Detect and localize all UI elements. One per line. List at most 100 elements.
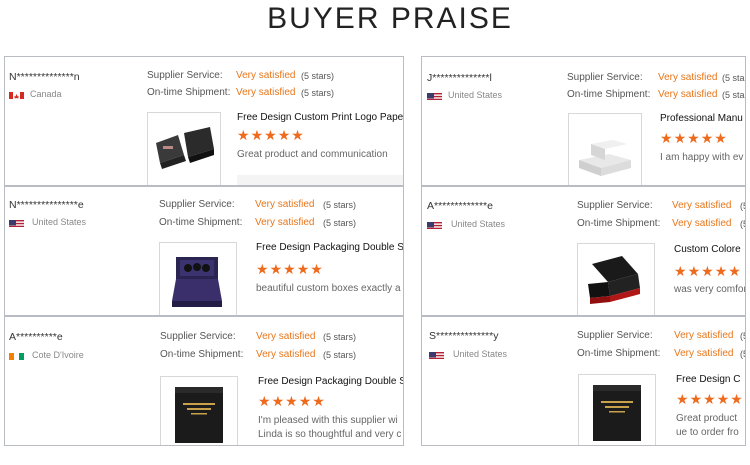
star-icon: ★ [674, 263, 687, 279]
star-icon: ★ [676, 391, 689, 407]
supplier-service-label: Supplier Service: [147, 70, 223, 81]
product-title[interactable]: Free Design Custom Print Logo Paper S [237, 112, 403, 123]
shipment-value: Very satisfied [236, 87, 296, 98]
supplier-service-value: Very satisfied [672, 200, 732, 211]
reviewer-country: United States [32, 217, 87, 227]
star-icon: ★ [312, 393, 325, 409]
rating-stars: ★ ★ ★ ★ ★ [258, 394, 325, 408]
rating-stars: ★ ★ ★ ★ ★ [237, 128, 304, 142]
star-icon: ★ [689, 391, 703, 407]
supplier-service-label: Supplier Service: [567, 72, 643, 83]
canada-flag [9, 89, 24, 99]
us-flag [427, 219, 442, 229]
shipment-value: Very satisfied [256, 349, 316, 360]
product-title[interactable]: Free Design Packaging Double S [258, 376, 403, 387]
shipment-stars-note: (5 stars) [740, 349, 745, 359]
shipment-value: Very satisfied [672, 218, 732, 229]
star-icon: ★ [283, 261, 296, 277]
product-thumbnail[interactable] [577, 243, 655, 315]
star-icon: ★ [310, 261, 323, 277]
reviewer-name: A**********e [9, 331, 63, 343]
shipment-label: On-time Shipment: [147, 87, 231, 98]
us-flag [427, 90, 442, 100]
supplier-stars-note: (5 stars) [323, 332, 357, 342]
product-title[interactable]: Professional Manu [660, 113, 743, 124]
rating-stars: ★ ★ ★ ★ ★ [660, 131, 727, 145]
rating-stars: ★ ★ ★ ★ ★ [256, 262, 323, 276]
star-icon: ★ [714, 130, 727, 146]
shipment-value: Very satisfied [674, 348, 734, 359]
reviewer-country: United States [448, 90, 503, 100]
supplier-stars-note: (5 stars) [323, 200, 357, 210]
comment-divider [237, 175, 403, 185]
star-icon: ★ [673, 130, 687, 146]
product-thumbnail[interactable] [147, 112, 221, 185]
review-comment: Great product [676, 413, 738, 424]
shipment-label: On-time Shipment: [567, 89, 651, 100]
product-thumbnail[interactable] [568, 113, 642, 185]
product-thumbnail[interactable] [578, 374, 656, 445]
supplier-service-value: Very satisfied [256, 331, 316, 342]
product-thumbnail[interactable] [160, 376, 238, 445]
review-comment: I am happy with ev [660, 152, 744, 163]
supplier-service-value: Very satisfied [658, 72, 718, 83]
page-title: BUYER PRAISE [267, 2, 513, 35]
shipment-value: Very satisfied [658, 89, 718, 100]
review-card: N**************n Canada Supplier Service… [4, 56, 404, 186]
star-icon: ★ [269, 261, 283, 277]
supplier-service-label: Supplier Service: [160, 331, 236, 342]
review-card: A**********e Cote D'Ivoire Supplier Serv… [4, 316, 404, 446]
reviewer-name: A*************e [427, 200, 493, 212]
reviewer-name: J**************l [427, 72, 492, 84]
review-comment: I'm pleased with this supplier wi [258, 415, 398, 426]
review-card: A*************e United States Supplier S… [421, 186, 746, 316]
star-icon: ★ [271, 393, 285, 409]
reviewer-name: S**************y [429, 330, 499, 342]
review-comment: Linda is so thoughtful and very c [258, 429, 402, 440]
product-title[interactable]: Custom Colore [674, 244, 741, 255]
star-icon: ★ [701, 263, 714, 279]
reviewer-country: United States [453, 349, 508, 359]
shipment-stars-note: (5 stars) [722, 90, 745, 100]
reviewer-country: Canada [30, 89, 62, 99]
product-title[interactable]: Free Design C [676, 374, 740, 385]
us-flag [429, 349, 444, 359]
supplier-stars-note: (5 stars) [740, 201, 745, 211]
shipment-label: On-time Shipment: [159, 217, 243, 228]
star-icon: ★ [285, 393, 298, 409]
star-icon: ★ [237, 127, 250, 143]
star-icon: ★ [250, 127, 264, 143]
supplier-stars-note: (5 stars) [740, 331, 745, 341]
star-icon: ★ [700, 130, 714, 146]
product-thumbnail[interactable] [159, 242, 237, 315]
review-card: J**************l United States Supplier … [421, 56, 746, 186]
supplier-stars-note: (5 stars) [722, 73, 745, 83]
star-icon: ★ [660, 130, 673, 146]
star-icon: ★ [291, 127, 304, 143]
star-icon: ★ [296, 261, 310, 277]
supplier-service-value: Very satisfied [255, 199, 315, 210]
product-title[interactable]: Free Design Packaging Double S [256, 242, 403, 253]
shipment-stars-note: (5 stars) [301, 88, 335, 98]
review-comment: beautiful custom boxes exactly a [256, 283, 401, 294]
shipment-stars-note: (5 stars) [740, 219, 745, 229]
review-comment: was very comfor [674, 284, 746, 295]
review-card: N***************e United States Supplier… [4, 186, 404, 316]
shipment-value: Very satisfied [255, 217, 315, 228]
star-icon: ★ [703, 391, 716, 407]
reviewer-name: N***************e [9, 199, 84, 211]
reviewer-name: N**************n [9, 71, 80, 83]
star-icon: ★ [277, 127, 291, 143]
star-icon: ★ [258, 393, 271, 409]
shipment-stars-note: (5 stars) [323, 350, 357, 360]
reviewer-country: Cote D'Ivoire [32, 350, 84, 360]
shipment-label: On-time Shipment: [577, 348, 661, 359]
review-comment: Great product and communication [237, 149, 388, 160]
reviewer-country: United States [451, 219, 506, 229]
rating-stars: ★ ★ ★ ★ ★ [676, 392, 743, 406]
star-icon: ★ [256, 261, 269, 277]
star-icon: ★ [264, 127, 277, 143]
us-flag [9, 217, 24, 227]
star-icon: ★ [730, 391, 743, 407]
review-card: S**************y United States Supplier … [421, 316, 746, 446]
